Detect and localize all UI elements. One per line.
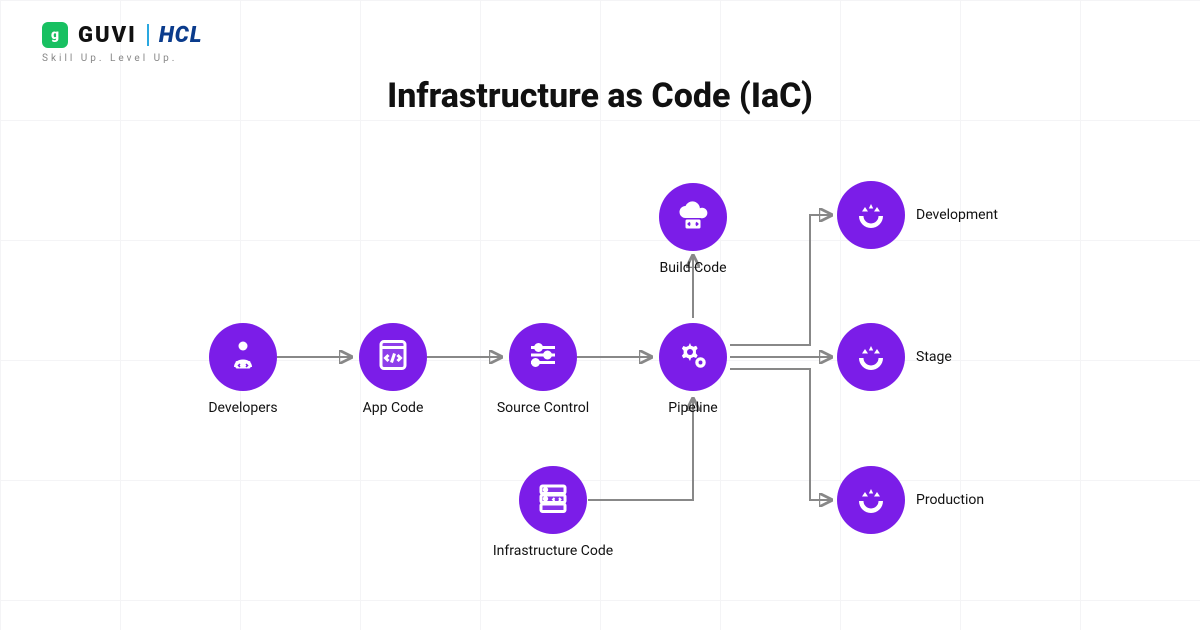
pipeline-label: Pipeline bbox=[668, 400, 718, 416]
app-code-node bbox=[359, 323, 427, 391]
app-code-icon bbox=[375, 337, 411, 377]
brand-divider bbox=[147, 24, 149, 46]
infra-code-label: Infrastructure Code bbox=[493, 543, 613, 559]
build-code-label: Build Code bbox=[659, 260, 726, 276]
sliders-icon bbox=[525, 337, 561, 377]
development-node bbox=[837, 181, 905, 249]
diagram-title: Infrastructure as Code (IaC) bbox=[387, 76, 813, 116]
server-code-icon bbox=[535, 480, 571, 520]
pipeline-node bbox=[659, 323, 727, 391]
production-label: Production bbox=[916, 492, 984, 508]
developers-node bbox=[209, 323, 277, 391]
stage-node bbox=[837, 323, 905, 391]
source-control-label: Source Control bbox=[497, 400, 589, 416]
brand-tagline: Skill Up. Level Up. bbox=[42, 53, 202, 64]
developer-icon bbox=[225, 337, 261, 377]
brand-logo: g GUVI HCL Skill Up. Level Up. bbox=[42, 22, 202, 64]
development-label: Development bbox=[916, 207, 998, 223]
guvi-wordmark: GUVI bbox=[78, 23, 137, 48]
deploy-icon bbox=[853, 195, 889, 235]
brand-logo-row: g GUVI HCL bbox=[42, 22, 202, 48]
production-node bbox=[837, 466, 905, 534]
deploy-icon bbox=[853, 337, 889, 377]
deploy-icon bbox=[853, 480, 889, 520]
stage-label: Stage bbox=[916, 349, 952, 365]
source-control-node bbox=[509, 323, 577, 391]
cloud-code-icon bbox=[675, 197, 711, 237]
hcl-wordmark: HCL bbox=[159, 23, 203, 48]
gears-icon bbox=[675, 337, 711, 377]
developers-label: Developers bbox=[208, 400, 277, 416]
app-code-label: App Code bbox=[363, 400, 424, 416]
guvi-mark-icon: g bbox=[42, 22, 68, 48]
infra-code-node bbox=[519, 466, 587, 534]
build-code-node bbox=[659, 183, 727, 251]
